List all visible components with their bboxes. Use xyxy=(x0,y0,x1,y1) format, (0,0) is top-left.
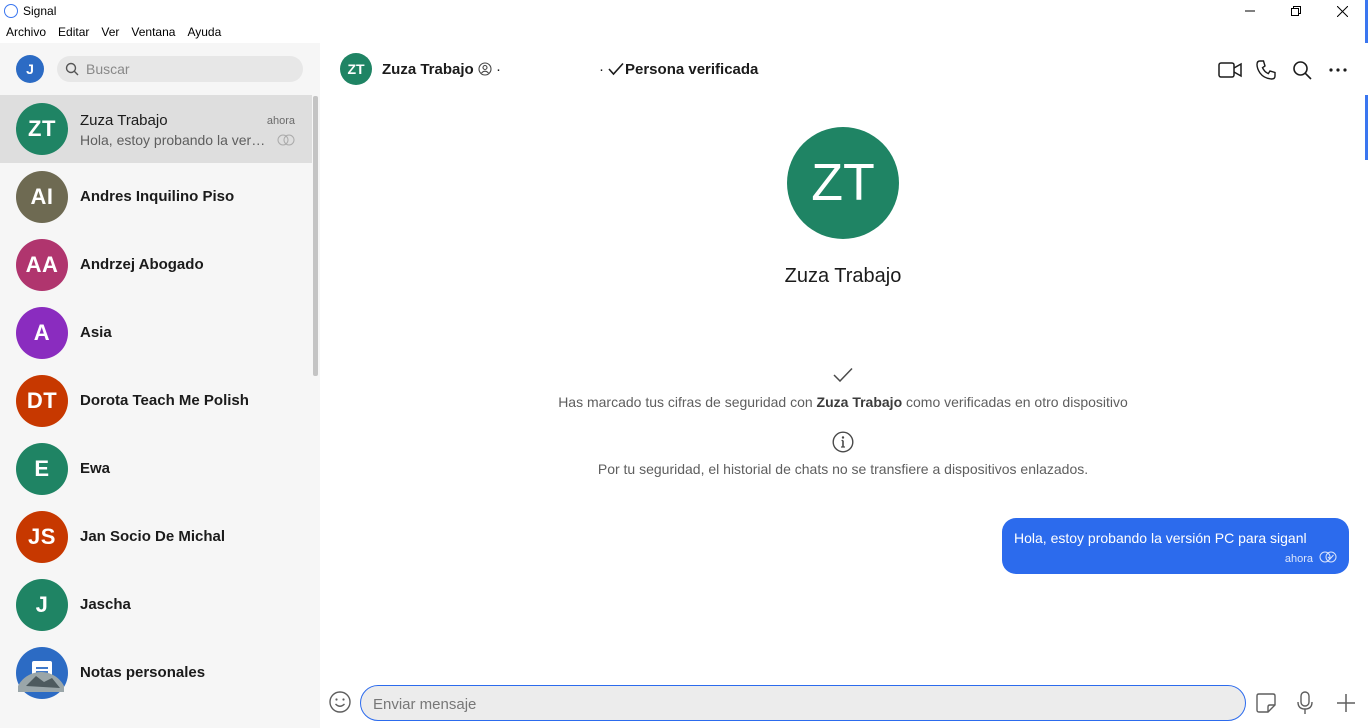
phone-icon xyxy=(1256,60,1276,80)
sidebar: J ZT Zuza Trabajo ahora Hola, estoy prob… xyxy=(0,43,320,728)
message-text: Hola, estoy probando la versión PC para … xyxy=(1014,530,1307,546)
avatar: ZT xyxy=(16,103,68,155)
attach-icon xyxy=(1337,694,1355,712)
info-icon xyxy=(832,431,854,453)
verified-status: Persona verificada xyxy=(625,61,759,78)
emoji-icon xyxy=(329,691,351,713)
read-receipt-icon xyxy=(1319,551,1337,563)
avatar: JS xyxy=(16,511,68,563)
minimize-icon xyxy=(1245,10,1255,12)
conversation-preview: Hola, estoy probando la versión PC para … xyxy=(80,132,270,148)
menu-editar[interactable]: Editar xyxy=(52,22,95,42)
conversation-name: Ewa xyxy=(80,460,111,477)
avatar: DT xyxy=(16,375,68,427)
conversation-name: Asia xyxy=(80,324,112,341)
read-receipt-icon xyxy=(277,134,295,146)
notice-text-before: Has marcado tus cifras de seguridad con xyxy=(558,394,817,410)
conversation-hero-name: Zuza Trabajo xyxy=(784,265,902,287)
video-call-icon xyxy=(1218,62,1242,78)
conversation-list: ZT Zuza Trabajo ahora Hola, estoy proban… xyxy=(0,95,312,707)
message-input[interactable] xyxy=(373,694,1233,714)
more-icon xyxy=(1329,68,1347,72)
menu-ayuda[interactable]: Ayuda xyxy=(181,22,227,42)
avatar: J xyxy=(16,579,68,631)
conversation-name: Andrzej Abogado xyxy=(80,256,204,273)
microphone-icon xyxy=(1297,691,1313,714)
conversation-hero-avatar[interactable]: ZT xyxy=(787,127,899,239)
conversation-item-jan[interactable]: JS Jan Socio De Michal xyxy=(0,503,312,571)
conversation-name: Jan Socio De Michal xyxy=(80,528,226,545)
message-composer xyxy=(320,678,1368,728)
verified-check-icon xyxy=(608,62,624,76)
partial-avatar xyxy=(18,672,64,692)
emoji-button[interactable] xyxy=(328,690,352,719)
conversation-time: ahora xyxy=(266,115,295,127)
conversation-item-asia[interactable]: A Asia xyxy=(0,299,312,367)
avatar: E xyxy=(16,443,68,495)
search-box[interactable] xyxy=(57,56,303,82)
search-chat-button[interactable] xyxy=(1289,57,1315,83)
attach-button[interactable] xyxy=(1333,690,1359,716)
search-icon xyxy=(1293,61,1312,80)
conversation-name: Dorota Teach Me Polish xyxy=(80,392,249,409)
close-button[interactable] xyxy=(1319,0,1365,22)
search-icon xyxy=(65,62,79,76)
history-notice: Por tu seguridad, el historial de chats … xyxy=(597,461,1089,477)
title-bar: Signal xyxy=(0,0,1368,22)
conversation-name: Andres Inquilino Piso xyxy=(80,188,235,205)
menu-bar: Archivo Editar Ver Ventana Ayuda xyxy=(0,22,227,42)
restore-icon xyxy=(1291,6,1301,16)
avatar: AI xyxy=(16,171,68,223)
close-icon xyxy=(1336,5,1348,17)
sidebar-scrollbar[interactable] xyxy=(313,96,318,376)
sticker-button[interactable] xyxy=(1253,690,1279,716)
signal-logo-icon xyxy=(4,4,18,18)
conversation-item-zuza-trabajo[interactable]: ZT Zuza Trabajo ahora Hola, estoy proban… xyxy=(0,95,312,163)
conversation-item-ewa[interactable]: E Ewa xyxy=(0,435,312,503)
outgoing-message[interactable]: Hola, estoy probando la versión PC para … xyxy=(1002,518,1349,574)
header-separator: · xyxy=(496,61,501,78)
check-icon xyxy=(833,367,853,383)
conversation-item-dorota[interactable]: DT Dorota Teach Me Polish xyxy=(0,367,312,435)
avatar: AA xyxy=(16,239,68,291)
video-call-button[interactable] xyxy=(1217,57,1243,83)
message-input-box[interactable] xyxy=(360,685,1246,721)
conversation-name: Jascha xyxy=(80,596,131,613)
notice-contact-name: Zuza Trabajo xyxy=(816,394,903,410)
restore-button[interactable] xyxy=(1273,0,1319,22)
header-contact-name[interactable]: Zuza Trabajo xyxy=(382,61,474,78)
search-input[interactable] xyxy=(86,59,291,79)
voice-note-button[interactable] xyxy=(1292,690,1318,716)
contact-icon xyxy=(478,62,492,76)
chat-header: ZT Zuza Trabajo · · Persona verificada xyxy=(320,43,1368,95)
header-avatar[interactable]: ZT xyxy=(340,53,372,85)
window-title: Signal xyxy=(23,4,57,18)
conversation-item-jascha[interactable]: J Jascha xyxy=(0,571,312,639)
avatar: A xyxy=(16,307,68,359)
header-separator: · xyxy=(599,61,604,78)
verification-notice: Has marcado tus cifras de seguridad con … xyxy=(470,394,1216,410)
conversation-name: Zuza Trabajo xyxy=(80,112,168,129)
more-options-button[interactable] xyxy=(1325,57,1351,83)
menu-archivo[interactable]: Archivo xyxy=(0,22,52,42)
conversation-item-andrzej[interactable]: AA Andrzej Abogado xyxy=(0,231,312,299)
my-profile-avatar[interactable]: J xyxy=(16,55,44,83)
conversation-name: Notas personales xyxy=(80,664,206,681)
conversation-item-andres[interactable]: AI Andres Inquilino Piso xyxy=(0,163,312,231)
menu-ver[interactable]: Ver xyxy=(95,22,125,42)
notice-text-after: como verificadas en otro dispositivo xyxy=(902,394,1128,410)
minimize-button[interactable] xyxy=(1227,0,1273,22)
sticker-icon xyxy=(1256,693,1276,713)
message-time: ahora xyxy=(1284,553,1313,565)
menu-ventana[interactable]: Ventana xyxy=(125,22,181,42)
voice-call-button[interactable] xyxy=(1253,57,1279,83)
